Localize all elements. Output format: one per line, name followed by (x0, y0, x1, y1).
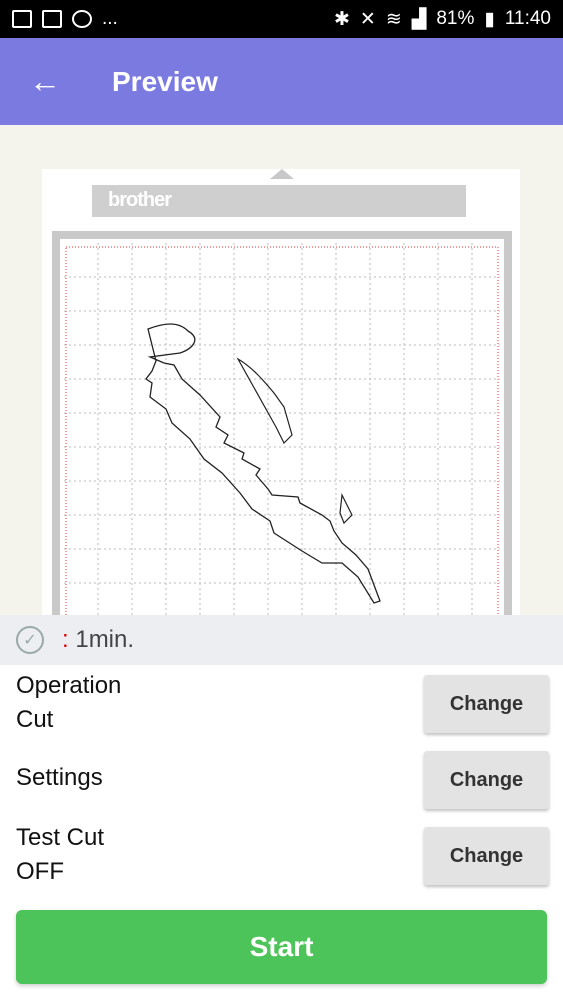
signal-icon: ▟ (411, 8, 427, 30)
sync-icon (72, 10, 92, 28)
app-bar: ← Preview (0, 38, 563, 125)
more-notifications: ... (102, 8, 118, 29)
option-operation-value: Cut (16, 706, 54, 733)
battery-percent: 81% (436, 8, 475, 29)
time-estimate-bar: ✓ : 1min. (0, 615, 563, 665)
wifi-icon: ≋ (385, 8, 402, 30)
mute-icon: ✕ (359, 8, 376, 30)
bluetooth-icon: ✱ (333, 8, 350, 30)
option-settings: Settings Change (0, 741, 563, 817)
mat-brand-bar: brother (92, 185, 466, 217)
preview-canvas[interactable]: brother (0, 125, 563, 665)
arrow-left-icon[interactable]: ← (0, 38, 90, 125)
status-bar: ... ✱ ✕ ≋ ▟ 81% ▮ 11:40 (0, 0, 563, 38)
message-icon (12, 10, 32, 28)
mat-grid (52, 231, 512, 665)
option-test-cut-label: Test Cut (16, 824, 105, 851)
change-settings-button[interactable]: Change (424, 751, 549, 809)
clock-check-icon: ✓ (16, 626, 44, 654)
change-operation-button[interactable]: Change (424, 675, 549, 733)
change-test-cut-button[interactable]: Change (424, 827, 549, 885)
option-operation-label: Operation (16, 672, 122, 699)
option-test-cut-value: OFF (16, 858, 64, 885)
mat-feed-arrow-icon (270, 169, 294, 179)
cutting-mat: brother (42, 169, 520, 665)
battery-icon: ▮ (484, 8, 495, 30)
clock: 11:40 (504, 8, 551, 29)
brand-label: brother (108, 189, 172, 211)
option-test-cut: Test Cut OFF Change (0, 817, 563, 893)
page-title: Preview (112, 65, 218, 97)
time-estimate: : 1min. (62, 626, 135, 653)
start-button[interactable]: Start (16, 910, 547, 984)
option-settings-label: Settings (16, 764, 103, 791)
status-left: ... (12, 8, 118, 30)
mat-grid-svg (52, 231, 512, 665)
option-operation: Operation Cut Change (0, 665, 563, 741)
status-right: ✱ ✕ ≋ ▟ 81% ▮ 11:40 (334, 8, 551, 31)
image-icon (42, 10, 62, 28)
